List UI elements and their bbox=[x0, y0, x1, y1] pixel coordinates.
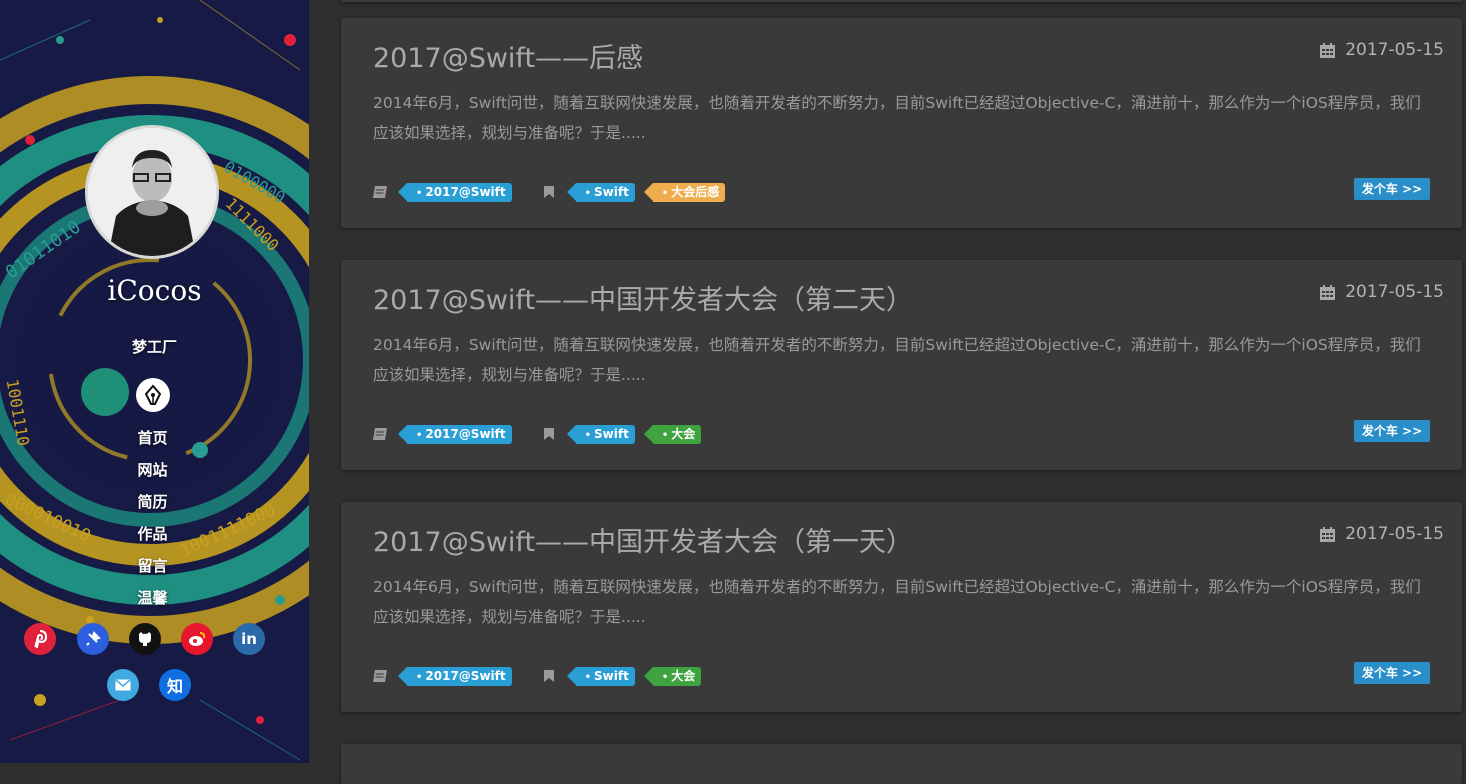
pinterest-icon[interactable] bbox=[24, 623, 56, 655]
tag-badge-label: 大会后感 bbox=[671, 184, 720, 199]
tag-badge-label: Swift bbox=[594, 184, 629, 199]
category-tag[interactable]: • 2017@Swift bbox=[398, 424, 512, 444]
post-title[interactable]: 2017@Swift——后感 bbox=[373, 36, 643, 75]
post-card-partial-top bbox=[341, 0, 1462, 2]
nav-item-website[interactable]: 网站 bbox=[0, 460, 309, 492]
bookmark-icon bbox=[540, 667, 558, 685]
post-meta: • 2017@Swift • Swift • 大会后感 bbox=[371, 181, 726, 203]
sidebar: 01011010 0100000 1111000 000010010 10011… bbox=[0, 0, 309, 763]
read-more-button[interactable]: 发个车 >> bbox=[1354, 420, 1430, 442]
nav-item-notice[interactable]: 温馨 bbox=[0, 588, 309, 620]
category-tag[interactable]: • 2017@Swift bbox=[398, 666, 512, 686]
post-excerpt: 2014年6月，Swift问世，随着互联网快速发展，也随着开发者的不断努力，目前… bbox=[373, 578, 1421, 626]
weibo-icon[interactable] bbox=[181, 623, 213, 655]
zhihu-icon[interactable]: 知 bbox=[159, 669, 191, 701]
post-date: 2017-05-15 bbox=[1319, 282, 1444, 302]
avatar-portrait bbox=[88, 128, 216, 256]
tag-badge-label: Swift bbox=[594, 668, 629, 683]
tag-badge[interactable]: • Swift bbox=[566, 666, 635, 686]
tag-badge-label: Swift bbox=[594, 426, 629, 441]
read-more-button[interactable]: 发个车 >> bbox=[1354, 662, 1430, 684]
post-card: 2017@Swift——中国开发者大会（第一天） 2017-05-15 2014… bbox=[341, 502, 1462, 712]
nav-item-resume[interactable]: 简历 bbox=[0, 492, 309, 524]
post-date: 2017-05-15 bbox=[1319, 40, 1444, 60]
post-date-text: 2017-05-15 bbox=[1345, 524, 1444, 544]
logo-badge[interactable] bbox=[136, 378, 170, 412]
post-date-text: 2017-05-15 bbox=[1345, 282, 1444, 302]
nav-item-works[interactable]: 作品 bbox=[0, 524, 309, 556]
category-tag[interactable]: • 2017@Swift bbox=[398, 182, 512, 202]
tag-badge-label: 大会 bbox=[671, 668, 696, 683]
calendar-icon bbox=[1320, 42, 1336, 58]
post-excerpt: 2014年6月，Swift问世，随着互联网快速发展，也随着开发者的不断努力，目前… bbox=[373, 94, 1421, 142]
bookmark-icon bbox=[540, 183, 558, 201]
post-title[interactable]: 2017@Swift——中国开发者大会（第一天） bbox=[373, 520, 913, 559]
calendar-icon bbox=[1320, 526, 1336, 542]
calendar-icon bbox=[1320, 284, 1336, 300]
pin-icon[interactable] bbox=[77, 623, 109, 655]
book-icon bbox=[371, 425, 389, 443]
tag-badge[interactable]: • Swift bbox=[566, 424, 635, 444]
category-tag-label: 2017@Swift bbox=[425, 426, 506, 441]
book-icon bbox=[371, 667, 389, 685]
brand-name[interactable]: iCocos bbox=[0, 274, 309, 307]
nav-item-home[interactable]: 首页 bbox=[0, 428, 309, 460]
post-excerpt: 2014年6月，Swift问世，随着互联网快速发展，也随着开发者的不断努力，目前… bbox=[373, 336, 1421, 384]
post-card: 2017@Swift——中国开发者大会（第二天） 2017-05-15 2014… bbox=[341, 260, 1462, 470]
tag-badge[interactable]: • Swift bbox=[566, 182, 635, 202]
bookmark-icon bbox=[540, 425, 558, 443]
tag-badge[interactable]: • 大会 bbox=[643, 424, 702, 444]
post-date-text: 2017-05-15 bbox=[1345, 40, 1444, 60]
pen-nib-icon bbox=[144, 384, 162, 405]
post-meta: • 2017@Swift • Swift • 大会 bbox=[371, 423, 702, 445]
read-more-button[interactable]: 发个车 >> bbox=[1354, 178, 1430, 200]
email-icon[interactable] bbox=[107, 669, 139, 701]
post-title[interactable]: 2017@Swift——中国开发者大会（第二天） bbox=[373, 278, 913, 317]
tag-badge[interactable]: • 大会后感 bbox=[643, 182, 726, 202]
github-icon[interactable] bbox=[129, 623, 161, 655]
post-card: 2017@Swift——后感 2017-05-15 2014年6月，Swift问… bbox=[341, 18, 1462, 228]
book-icon bbox=[371, 183, 389, 201]
category-tag-label: 2017@Swift bbox=[425, 184, 506, 199]
post-card-partial bbox=[341, 744, 1462, 784]
post-meta: • 2017@Swift • Swift • 大会 bbox=[371, 665, 702, 687]
tag-badge[interactable]: • 大会 bbox=[643, 666, 702, 686]
post-date: 2017-05-15 bbox=[1319, 524, 1444, 544]
avatar[interactable] bbox=[85, 125, 219, 259]
tagline: 梦工厂 bbox=[131, 338, 177, 356]
sidebar-nav: 首页 网站 简历 作品 留言 温馨 bbox=[0, 428, 309, 620]
tag-badge-label: 大会 bbox=[671, 426, 696, 441]
linkedin-icon[interactable]: in bbox=[233, 623, 265, 655]
category-tag-label: 2017@Swift bbox=[425, 668, 506, 683]
nav-item-guestbook[interactable]: 留言 bbox=[0, 556, 309, 588]
